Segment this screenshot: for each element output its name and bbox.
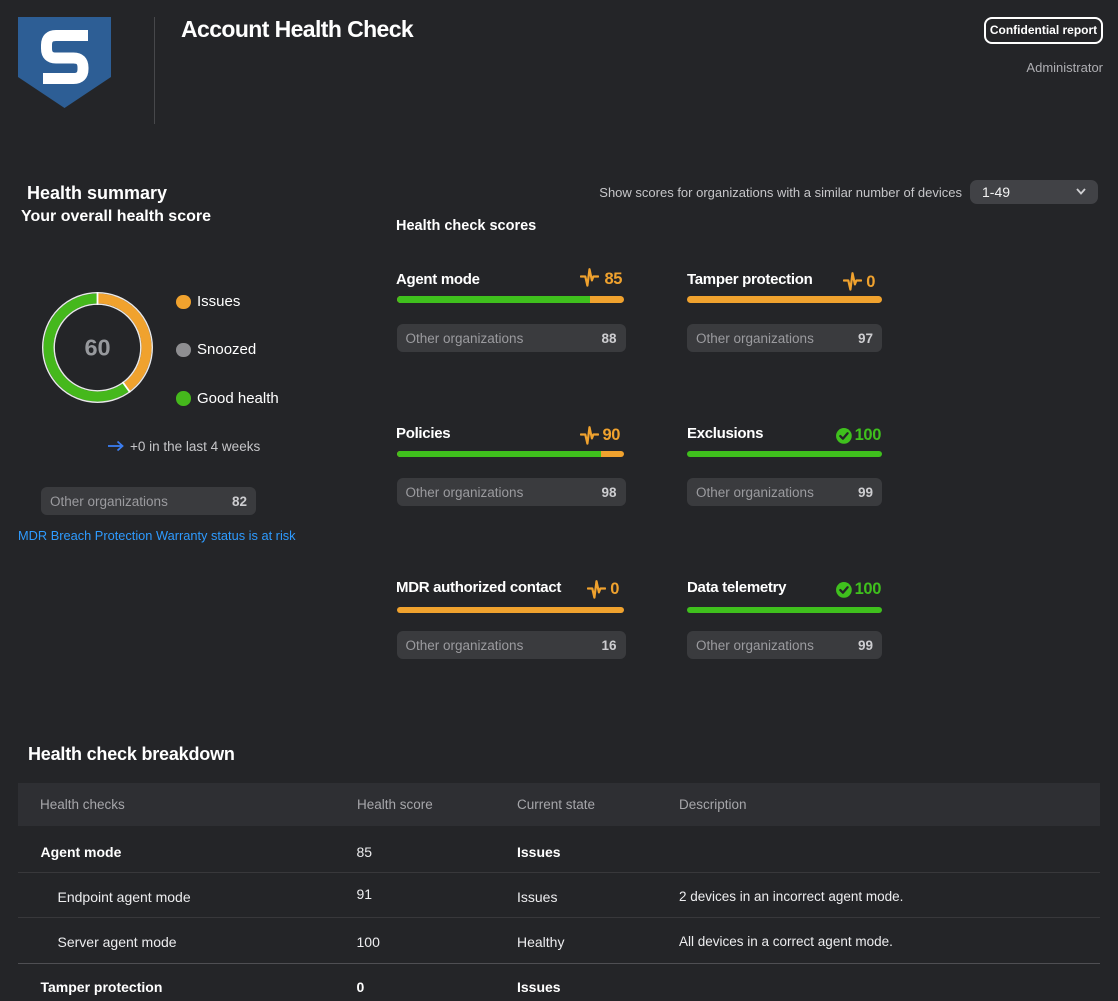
- svg-text:60: 60: [84, 334, 110, 360]
